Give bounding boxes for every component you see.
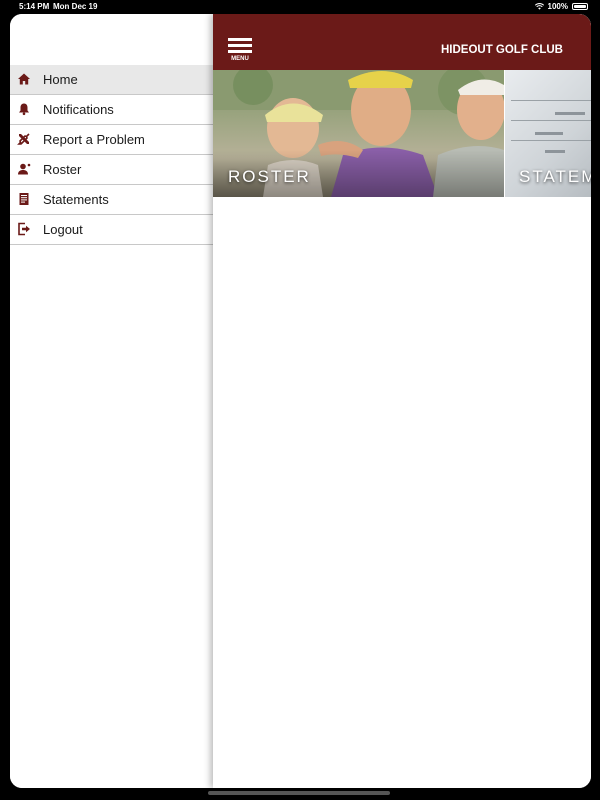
menu-button[interactable]: MENU xyxy=(228,38,252,64)
menu-list: Home Notifications Report a Problem Rost… xyxy=(10,65,213,245)
menu-item-notifications[interactable]: Notifications xyxy=(10,95,213,125)
menu-item-logout[interactable]: Logout xyxy=(10,215,213,245)
wifi-icon xyxy=(534,3,544,10)
club-name: HIDEOUT GOLF CLUB xyxy=(440,44,563,56)
menu-item-roster[interactable]: Roster xyxy=(10,155,213,185)
menu-item-label: Roster xyxy=(43,162,82,177)
battery-percent: 100% xyxy=(547,2,568,11)
menu-button-label: MENU xyxy=(231,56,249,62)
menu-item-statements[interactable]: Statements xyxy=(10,185,213,215)
bell-icon xyxy=(19,103,29,116)
menu-item-report-a-problem[interactable]: Report a Problem xyxy=(10,125,213,155)
main-content: MENU HIDEOUT GOLF CLUB ROSTER STATEM xyxy=(213,14,591,788)
home-icon xyxy=(18,73,30,85)
status-bar: 5:14 PM Mon Dec 19 100% xyxy=(0,0,600,14)
menu-item-label: Logout xyxy=(43,222,83,237)
side-drawer: Home Notifications Report a Problem Rost… xyxy=(10,14,213,788)
home-indicator xyxy=(208,791,390,795)
logout-icon xyxy=(18,222,30,236)
top-bar: MENU HIDEOUT GOLF CLUB xyxy=(213,14,591,70)
menu-item-home[interactable]: Home xyxy=(10,65,213,95)
tile-label: STATEMENTS xyxy=(519,167,591,186)
menu-item-label: Statements xyxy=(43,192,109,207)
tools-icon xyxy=(17,133,30,145)
tile-statements[interactable]: STATEMENTS xyxy=(505,70,591,197)
menu-item-label: Home xyxy=(43,72,78,87)
tile-label: ROSTER xyxy=(228,167,311,186)
tile-roster[interactable]: ROSTER xyxy=(213,70,504,197)
status-indicators: 100% xyxy=(534,2,588,11)
document-icon xyxy=(19,193,29,205)
person-icon xyxy=(18,163,31,175)
menu-item-label: Report a Problem xyxy=(43,132,145,147)
battery-icon xyxy=(572,3,588,10)
app-screen: Home Notifications Report a Problem Rost… xyxy=(10,14,591,788)
tile-carousel: ROSTER STATEMENTS xyxy=(213,70,591,197)
menu-item-label: Notifications xyxy=(43,102,114,117)
status-date: Mon Dec 19 xyxy=(53,2,98,11)
status-time: 5:14 PM xyxy=(19,2,50,11)
